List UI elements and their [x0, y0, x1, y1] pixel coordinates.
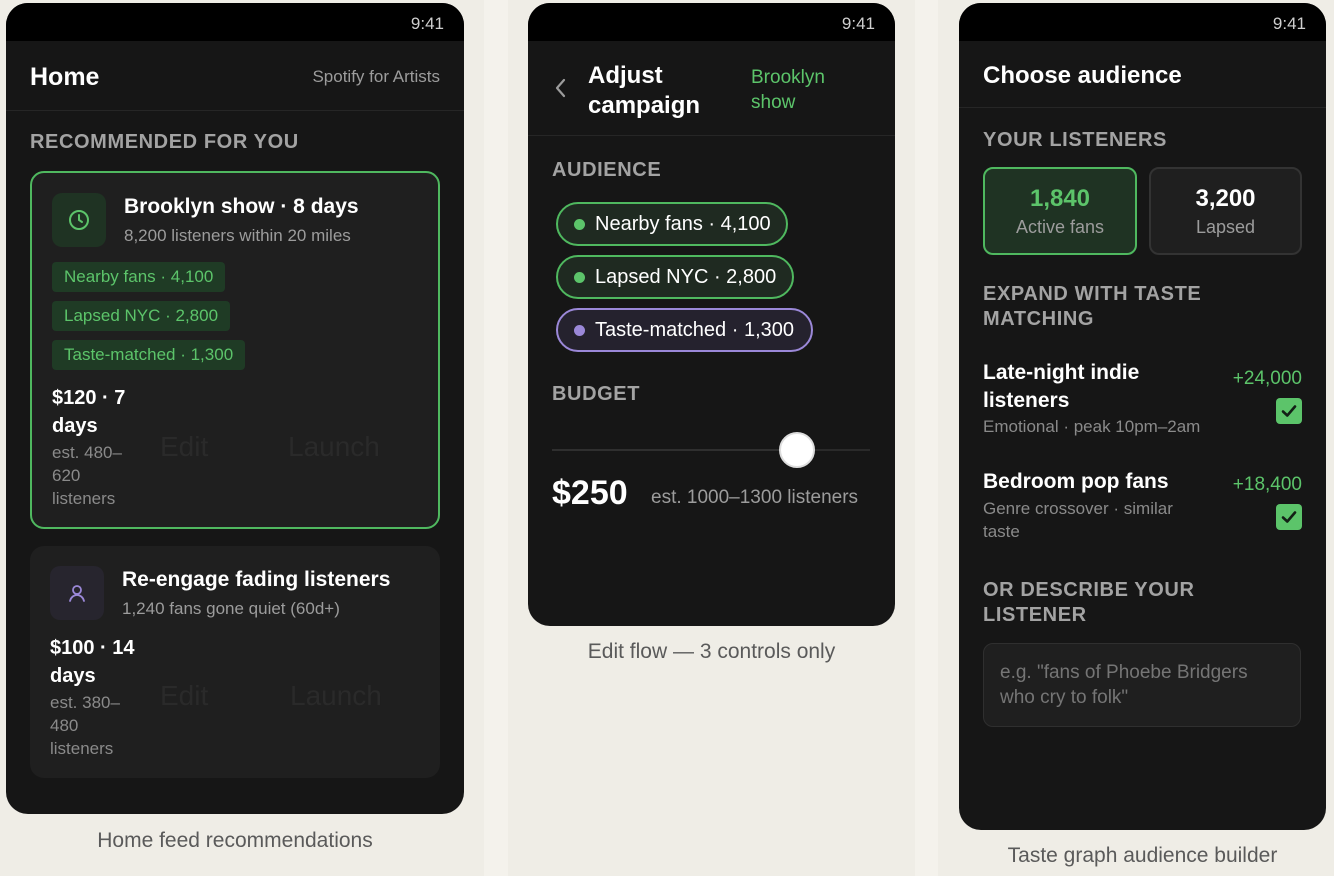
stat-label: Lapsed — [1195, 217, 1256, 237]
person-icon — [50, 566, 104, 620]
caption-choose: Taste graph audience builder — [1007, 844, 1278, 867]
campaign-context-label: Brooklyn show — [751, 67, 825, 113]
card-title: Re-engage fading listeners — [122, 568, 391, 591]
card-price: $120 · 7 days — [52, 387, 126, 437]
pill-label: Taste-matched · 1,300 — [595, 318, 794, 341]
stat-card-lapsed[interactable]: 3,200 Lapsed — [1149, 167, 1302, 255]
card-price: $100 · 14 days — [50, 637, 135, 687]
tag-nearby-fans: Nearby fans · 4,100 — [52, 262, 226, 292]
section-label-describe: OR DESCRIBE YOUR LISTENER — [983, 579, 1195, 626]
page-title: Adjust campaign — [588, 62, 701, 119]
edit-button[interactable]: Edit — [160, 680, 208, 712]
card-estimate: est. 380–480 listeners — [50, 693, 120, 758]
stat-value: 3,200 — [1195, 185, 1256, 212]
stat-value: 1,840 — [1029, 185, 1091, 212]
describe-listener-input[interactable] — [983, 643, 1301, 727]
stat-label: Active fans — [1015, 217, 1105, 237]
status-time: 9:41 — [410, 14, 444, 33]
dot-icon — [574, 218, 585, 230]
budget-slider-fill — [552, 449, 797, 451]
section-label-listeners: YOUR LISTENERS — [983, 129, 1167, 151]
taste-item-subtitle: Emotional · peak 10pm–2am — [983, 417, 1201, 436]
audience-pill-lapsed[interactable]: Lapsed NYC · 2,800 — [556, 255, 794, 299]
stat-card-active[interactable]: 1,840 Active fans — [983, 167, 1137, 255]
section-label-expand: EXPAND WITH TASTE MATCHING — [983, 283, 1202, 330]
status-time: 9:41 — [841, 14, 875, 33]
card-estimate: est. 480–620 listeners — [52, 443, 122, 508]
tag-taste-matched: Taste-matched · 1,300 — [52, 340, 246, 370]
choose-header: Choose audience — [959, 41, 1326, 108]
phone-adjust: 9:41 Adjust campaign Brooklyn show AUDIE… — [528, 3, 895, 626]
budget-estimate: est. 1000–1300 listeners — [651, 487, 859, 508]
phone-home: 9:41 Home Spotify for Artists RECOMMENDE… — [6, 3, 464, 814]
status-time: 9:41 — [1272, 14, 1306, 33]
section-label-recommended: RECOMMENDED FOR YOU — [30, 131, 299, 153]
pill-label: Lapsed NYC · 2,800 — [595, 265, 777, 288]
dot-icon — [574, 271, 585, 283]
edit-button[interactable]: Edit — [160, 431, 208, 463]
section-label-budget: BUDGET — [552, 383, 641, 405]
taste-item-subtitle: Genre crossover · similar taste — [983, 499, 1173, 541]
audience-pill-nearby[interactable]: Nearby fans · 4,100 — [556, 202, 788, 246]
card-title: Brooklyn show · 8 days — [124, 195, 359, 218]
card-subtitle: 8,200 listeners within 20 miles — [124, 226, 351, 245]
recommendation-card-brooklyn[interactable]: Brooklyn show · 8 days 8,200 listeners w… — [30, 171, 440, 529]
home-header: Home Spotify for Artists — [6, 41, 464, 111]
checkbox-checked-icon[interactable] — [1276, 504, 1302, 530]
recommendation-card-reengage[interactable]: Re-engage fading listeners 1,240 fans go… — [30, 546, 440, 778]
clock-icon — [52, 193, 106, 247]
phone-choose: 9:41 Choose audience YOUR LISTENERS 1,84… — [959, 3, 1326, 830]
caption-home: Home feed recommendations — [97, 829, 373, 852]
section-label-audience: AUDIENCE — [552, 159, 662, 181]
page-title: Home — [30, 63, 100, 91]
pill-label: Nearby fans · 4,100 — [595, 212, 771, 235]
back-chevron-icon[interactable] — [554, 77, 568, 104]
status-bar: 9:41 — [959, 3, 1326, 41]
caption-adjust: Edit flow — 3 controls only — [587, 640, 836, 663]
budget-slider-thumb[interactable] — [778, 432, 815, 468]
tag-lapsed-nyc: Lapsed NYC · 2,800 — [52, 301, 231, 331]
status-bar: 9:41 — [6, 3, 464, 41]
status-bar: 9:41 — [528, 3, 895, 41]
budget-value: $250 — [552, 474, 628, 512]
card-subtitle: 1,240 fans gone quiet (60d+) — [122, 599, 340, 618]
taste-item-title: Bedroom pop fans — [983, 470, 1169, 493]
taste-item-delta: +18,400 — [1232, 474, 1302, 495]
budget-slider-track[interactable] — [552, 432, 870, 468]
audience-pill-taste[interactable]: Taste-matched · 1,300 — [556, 308, 813, 352]
checkbox-checked-icon[interactable] — [1276, 398, 1302, 424]
taste-item-delta: +24,000 — [1232, 368, 1302, 389]
brand-label: Spotify for Artists — [312, 67, 440, 86]
dot-icon — [574, 324, 585, 336]
launch-button[interactable]: Launch — [290, 680, 382, 712]
adjust-header: Adjust campaign Brooklyn show — [528, 41, 895, 136]
page-title: Choose audience — [983, 62, 1182, 89]
taste-item-title: Late-night indie listeners — [983, 361, 1140, 412]
launch-button[interactable]: Launch — [288, 431, 380, 463]
